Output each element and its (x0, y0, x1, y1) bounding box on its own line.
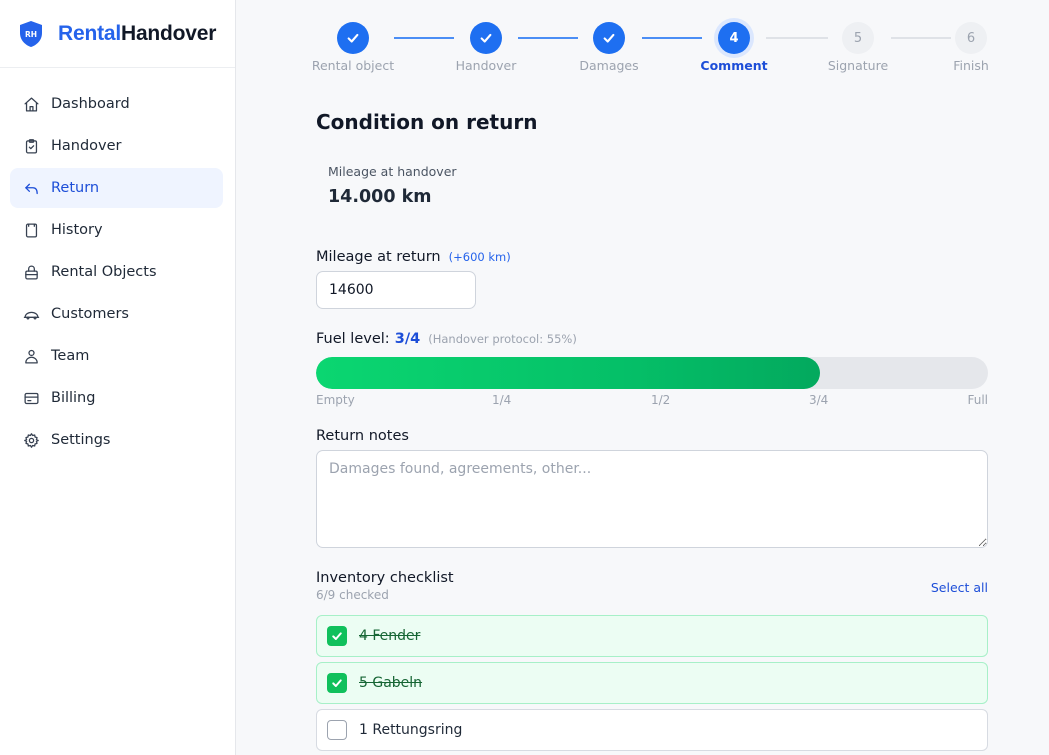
fuel-slider-fill (316, 357, 820, 389)
return-notes-label: Return notes (316, 428, 409, 444)
check-icon (337, 22, 369, 54)
shield-logo-icon: RH (20, 20, 42, 47)
sidebar-item-billing[interactable]: Billing (10, 378, 223, 418)
mileage-return-group: Mileage at return (+600 km) (316, 246, 511, 309)
sidebar-item-dashboard[interactable]: Dashboard (10, 84, 223, 124)
sidebar-item-rental-objects[interactable]: Rental Objects (10, 252, 223, 292)
progress-stepper: Rental object Handover Damages 4 Comment… (312, 0, 989, 80)
return-form: Rental object Handover Damages 4 Comment… (312, 0, 989, 751)
car-icon (22, 305, 40, 323)
mileage-handover-card: Mileage at handover 14.000 km (328, 164, 457, 207)
fuel-tick-half: 1/2 (651, 393, 671, 407)
step-comment[interactable]: 4 Comment (674, 22, 794, 73)
return-notes-textarea[interactable] (316, 450, 988, 548)
step-label: Finish (953, 58, 989, 73)
sidebar-item-settings[interactable]: Settings (10, 420, 223, 460)
step-number: 4 (718, 22, 750, 54)
inventory-item[interactable]: 4 Fender (316, 615, 988, 657)
fuel-value: 3/4 (394, 331, 421, 347)
lock-icon (22, 263, 40, 281)
inventory-item-label: 1 Rettungsring (359, 722, 463, 738)
step-number: 5 (842, 22, 874, 54)
sidebar-item-label: Customers (51, 306, 129, 322)
mileage-return-input[interactable] (316, 271, 476, 309)
fuel-tick-empty: Empty (316, 393, 355, 407)
step-handover[interactable]: Handover (426, 22, 546, 73)
inventory-item[interactable]: 1 Rettungsring (316, 709, 988, 751)
return-notes-group: Return notes (316, 428, 988, 552)
inventory-item-label: 5 Gabeln (359, 675, 423, 691)
fuel-slider[interactable] (316, 357, 988, 389)
check-icon (470, 22, 502, 54)
fuel-tick-labels: Empty 1/4 1/2 3/4 Full (316, 393, 988, 411)
fuel-tick-full: Full (967, 393, 988, 407)
brand-name: RentalHandover (58, 21, 217, 45)
check-icon (593, 22, 625, 54)
home-icon (22, 95, 40, 113)
checkbox-unchecked-icon[interactable] (327, 720, 347, 740)
gear-icon (22, 431, 40, 449)
step-number: 6 (955, 22, 987, 54)
sidebar-item-label: Rental Objects (51, 264, 157, 280)
brand-header[interactable]: RH RentalHandover (0, 0, 235, 68)
sidebar: RH RentalHandover Dashboard Handover Ret… (0, 0, 236, 755)
checkbox-checked-icon[interactable] (327, 626, 347, 646)
logo-initials: RH (25, 30, 37, 39)
fuel-level-group: Fuel level: 3/4 (Handover protocol: 55%) … (316, 328, 988, 411)
section-title: Condition on return (316, 110, 538, 134)
undo-arrow-icon (22, 179, 40, 197)
user-icon (22, 347, 40, 365)
select-all-link[interactable]: Select all (931, 580, 988, 595)
file-icon (22, 221, 40, 239)
checkbox-checked-icon[interactable] (327, 673, 347, 693)
sidebar-item-label: Handover (51, 138, 122, 154)
inventory-item-label: 4 Fender (359, 628, 421, 644)
inventory-title: Inventory checklist (316, 570, 454, 586)
fuel-tick-three-quarter: 3/4 (809, 393, 829, 407)
sidebar-item-handover[interactable]: Handover (10, 126, 223, 166)
fuel-label: Fuel level: (316, 331, 390, 347)
sidebar-item-return[interactable]: Return (10, 168, 223, 208)
sidebar-item-team[interactable]: Team (10, 336, 223, 376)
inventory-item[interactable]: 5 Gabeln (316, 662, 988, 704)
fuel-hint: (Handover protocol: 55%) (428, 332, 577, 346)
fuel-tick-quarter: 1/4 (492, 393, 512, 407)
mileage-return-label: Mileage at return (316, 249, 441, 265)
step-rental-object[interactable]: Rental object (293, 22, 413, 73)
step-label: Handover (455, 58, 517, 73)
step-damages[interactable]: Damages (549, 22, 669, 73)
inventory-count: 6/9 checked (316, 588, 389, 602)
mileage-handover-label: Mileage at handover (328, 164, 457, 179)
sidebar-item-label: History (51, 222, 103, 238)
step-finish[interactable]: 6 Finish (911, 22, 1031, 73)
main-content: Rental object Handover Damages 4 Comment… (237, 0, 1049, 755)
step-label: Signature (827, 58, 889, 73)
step-label: Rental object (311, 58, 395, 73)
credit-card-icon (22, 389, 40, 407)
sidebar-item-label: Billing (51, 390, 96, 406)
step-signature[interactable]: 5 Signature (798, 22, 918, 73)
inventory-checklist: Inventory checklist 6/9 checked Select a… (316, 570, 988, 751)
sidebar-item-label: Team (51, 348, 90, 364)
sidebar-item-label: Dashboard (51, 96, 130, 112)
sidebar-item-label: Settings (51, 432, 111, 448)
mileage-delta: (+600 km) (448, 250, 511, 264)
clipboard-icon (22, 137, 40, 155)
inventory-header: Inventory checklist 6/9 checked Select a… (316, 570, 988, 610)
step-label: Comment (700, 58, 768, 73)
step-label: Damages (579, 58, 639, 73)
sidebar-item-label: Return (51, 180, 100, 196)
sidebar-nav: Dashboard Handover Return History Rental… (0, 68, 235, 460)
sidebar-item-history[interactable]: History (10, 210, 223, 250)
sidebar-item-customers[interactable]: Customers (10, 294, 223, 334)
mileage-handover-value: 14.000 km (328, 187, 432, 207)
